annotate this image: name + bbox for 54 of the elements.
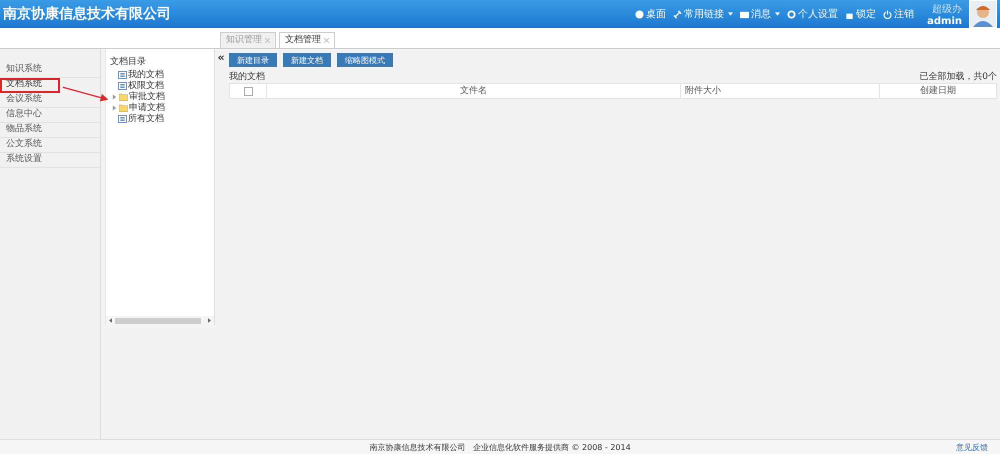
header-menu-item[interactable]: 常用链接 [673, 7, 734, 21]
scroll-right-icon[interactable] [208, 318, 211, 323]
scroll-left-icon[interactable] [109, 318, 112, 323]
avatar-icon[interactable] [969, 0, 997, 28]
tree-title: 文档目录 [110, 56, 147, 68]
header-menu-item[interactable]: 桌面 [635, 7, 666, 21]
user-role: 超级办 [932, 2, 962, 16]
toolbar-button[interactable]: 新建文档 [283, 53, 331, 67]
mail-icon [740, 10, 750, 18]
home-icon [635, 10, 644, 18]
sidebar-item[interactable]: 物品系统 [0, 123, 100, 138]
column-header[interactable]: 附件大小 [681, 84, 880, 98]
tree-item[interactable]: 审批文档 [110, 91, 214, 102]
footer-text: 南京协康信息技术有限公司 企业信息化软件服务提供商 © 2008 - 2014 [369, 442, 631, 452]
tab-label: 文档管理 [285, 34, 321, 47]
breadcrumb: 我的文档 [229, 70, 265, 83]
company-title: 南京协康信息技术有限公司 [3, 5, 171, 23]
collapse-toggle[interactable]: « [215, 49, 227, 65]
tab-label: 知识管理 [226, 34, 262, 47]
user-name: admin [927, 16, 962, 26]
header-menu-item[interactable]: 消息 [740, 7, 780, 21]
caret-icon [775, 12, 780, 16]
expander-icon[interactable] [112, 104, 118, 110]
toolbar-button[interactable]: 缩略图模式 [337, 53, 393, 67]
tree-item[interactable]: 权限文档 [110, 80, 214, 91]
power-icon [883, 10, 892, 18]
header-menu-item[interactable]: 个人设置 [787, 7, 838, 21]
column-header[interactable]: 文件名 [267, 84, 681, 98]
sidebar-item[interactable]: 信息中心 [0, 108, 100, 123]
sidebar-item[interactable]: 会议系统 [0, 93, 100, 108]
tree-item[interactable]: 所有文档 [110, 113, 214, 124]
document-list-icon [118, 114, 127, 122]
sidebar-item[interactable]: 系统设置 [0, 153, 100, 168]
link-icon [673, 10, 682, 18]
load-status: 已全部加载，共0个 [919, 70, 997, 83]
feedback-link[interactable]: 意见反馈 [956, 442, 988, 452]
header-menu-item[interactable]: 注销 [883, 7, 914, 21]
expander-icon[interactable] [112, 94, 118, 100]
caret-icon [728, 12, 734, 16]
tree-item[interactable]: 我的文档 [110, 69, 214, 80]
sidebar-item[interactable]: 知识系统 [0, 63, 100, 78]
column-header[interactable]: 创建日期 [880, 84, 996, 98]
settings-icon [787, 10, 796, 18]
header-menu-item[interactable]: 锁定 [845, 7, 876, 21]
select-all-checkbox[interactable] [244, 86, 252, 96]
document-list-icon [118, 70, 127, 78]
close-icon[interactable] [265, 38, 270, 43]
sidebar-item[interactable]: 公文系统 [0, 138, 100, 153]
toolbar-button[interactable]: 新建目录 [229, 53, 277, 67]
tree-item[interactable]: 申请文档 [110, 102, 214, 113]
close-icon[interactable] [324, 38, 329, 43]
document-list-icon [118, 82, 127, 90]
scrollbar-thumb[interactable] [115, 318, 201, 324]
tab[interactable]: 文档管理 [279, 32, 335, 48]
